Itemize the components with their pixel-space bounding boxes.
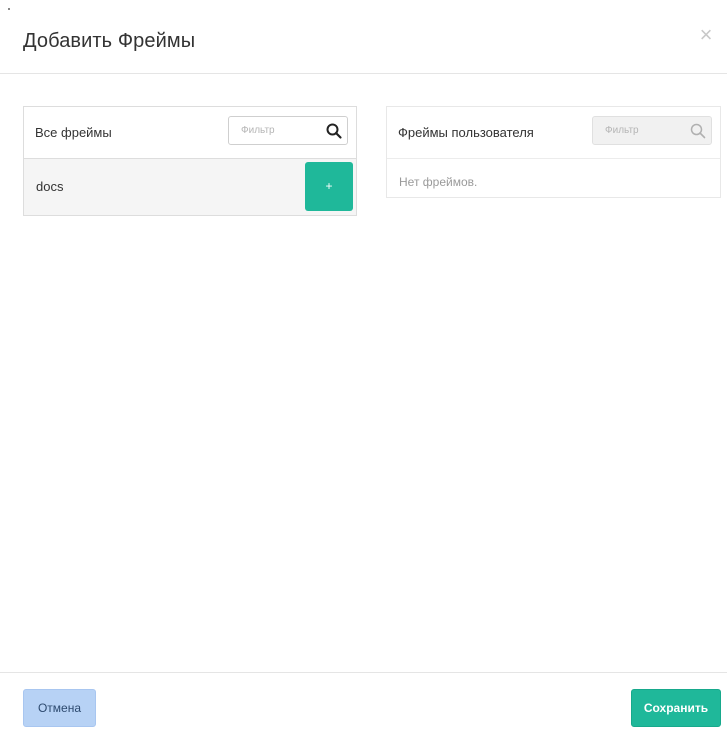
frame-label: docs (36, 179, 64, 194)
all-frames-title: Все фреймы (35, 125, 112, 140)
all-frames-filter (228, 116, 348, 145)
search-icon[interactable] (689, 122, 707, 140)
user-frames-filter (592, 116, 712, 145)
dialog-header: Добавить Фреймы × (0, 0, 727, 74)
cancel-button[interactable]: Отмена (23, 689, 96, 727)
user-frames-filter-input[interactable] (593, 117, 685, 144)
all-frames-header: Все фреймы (24, 107, 356, 159)
close-icon[interactable]: × (695, 24, 717, 46)
all-frames-filter-input[interactable] (229, 117, 321, 144)
empty-state-text: Нет фреймов. (399, 175, 478, 189)
search-icon[interactable] (325, 122, 343, 140)
user-frames-header: Фреймы пользователя (387, 107, 720, 159)
add-frames-dialog: Добавить Фреймы × Все фреймы docs + Фрей… (0, 0, 727, 735)
save-button[interactable]: Сохранить (631, 689, 721, 727)
header-dot (8, 8, 10, 10)
user-frames-title: Фреймы пользователя (398, 125, 534, 140)
dialog-title: Добавить Фреймы (23, 30, 196, 52)
list-item: docs + (24, 159, 356, 215)
all-frames-panel: Все фреймы docs + (23, 106, 357, 216)
add-frame-button[interactable]: + (305, 162, 353, 211)
user-frames-panel: Фреймы пользователя Нет фреймов. (386, 106, 721, 198)
dialog-footer: Отмена Сохранить (0, 672, 727, 735)
